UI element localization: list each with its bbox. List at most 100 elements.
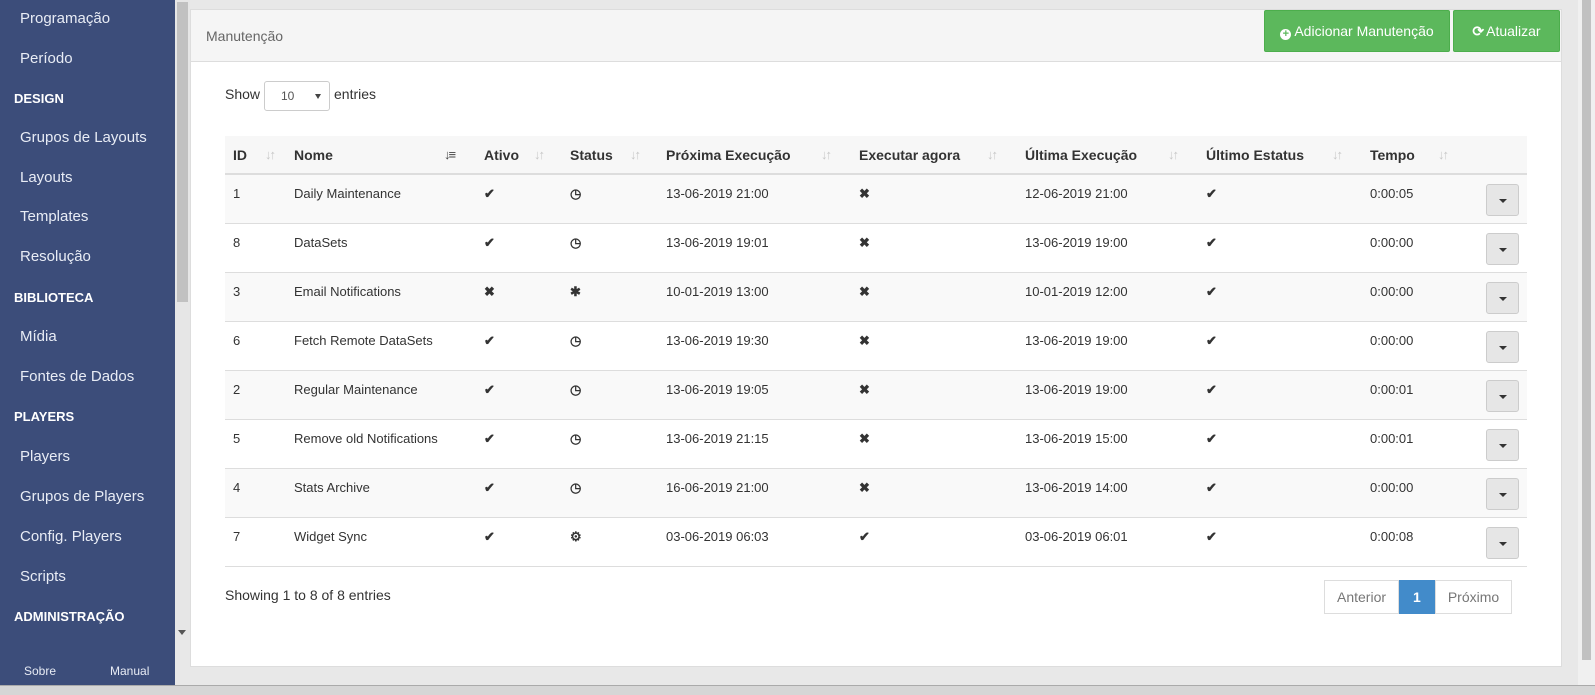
length-show-label: Show <box>225 86 261 102</box>
cell-executar-agora: ✖ <box>851 223 1017 273</box>
table-row: 1 Daily Maintenance ✔ ◷ 13-06-2019 21:00 ✖ 12-… <box>225 174 1527 224</box>
sidebar-item-midia[interactable]: Mídia <box>20 328 57 345</box>
row-actions-dropdown-button[interactable] <box>1486 232 1519 265</box>
horizontal-scrollbar[interactable] <box>0 685 1595 695</box>
check-icon: ✔ <box>1206 283 1217 299</box>
row-actions-dropdown-button[interactable] <box>1486 330 1519 363</box>
cell-nome: Remove old Notifications <box>286 419 476 469</box>
check-icon: ✔ <box>859 528 870 544</box>
column-header-label: Tempo <box>1370 146 1415 163</box>
column-header-label: Nome <box>294 146 333 163</box>
row-actions-dropdown-button[interactable] <box>1486 477 1519 510</box>
sidebar-scrollbar-thumb[interactable] <box>177 2 188 302</box>
cell-nome: Stats Archive <box>286 468 476 518</box>
table-row: 3 Email Notifications ✖ ✱ 10-01-2019 13:00 ✖ 1… <box>225 272 1527 322</box>
plus-circle-icon: + <box>1280 29 1292 40</box>
column-header-tempo[interactable]: Tempo ↓↑ <box>1362 136 1472 174</box>
sidebar-item-templates[interactable]: Templates <box>20 208 88 225</box>
cell-actions <box>1472 468 1527 518</box>
check-icon: ✔ <box>1206 381 1217 397</box>
cell-tempo: 0:00:00 <box>1362 468 1472 518</box>
row-actions-dropdown-button[interactable] <box>1486 184 1519 216</box>
cell-executar-agora: ✖ <box>851 370 1017 420</box>
sidebar-header-administracao: ADMINISTRAÇÃO <box>14 609 125 624</box>
cell-ultima-execucao: 13-06-2019 19:00 <box>1017 223 1198 273</box>
column-header-ultimo-estatus[interactable]: Último Estatus ↓↑ <box>1198 136 1362 174</box>
cell-status: ✱ <box>562 272 658 322</box>
sidebar-scroll-down-arrow[interactable] <box>178 630 186 635</box>
pagination-previous[interactable]: Anterior <box>1324 580 1400 614</box>
row-actions-dropdown-button[interactable] <box>1486 379 1519 412</box>
cell-ultima-execucao: 13-06-2019 15:00 <box>1017 419 1198 469</box>
cell-actions <box>1472 517 1527 567</box>
cell-actions <box>1472 370 1527 420</box>
pagination-next[interactable]: Próximo <box>1434 580 1513 614</box>
caret-down-icon <box>315 94 321 99</box>
sidebar-item-layouts[interactable]: Layouts <box>20 169 73 186</box>
entries-per-page-select[interactable]: 10 <box>264 81 330 111</box>
cell-proxima-execucao: 13-06-2019 19:05 <box>658 370 851 420</box>
check-icon: ✔ <box>484 479 495 495</box>
column-header-proxima-execucao[interactable]: Próxima Execução ↓↑ <box>658 136 851 174</box>
cell-executar-agora: ✖ <box>851 419 1017 469</box>
clock-icon: ◷ <box>570 186 582 201</box>
table-row: 2 Regular Maintenance ✔ ◷ 13-06-2019 19:05 ✖ 1… <box>225 370 1527 420</box>
cell-ultima-execucao: 13-06-2019 19:00 <box>1017 370 1198 420</box>
column-header-id[interactable]: ID ↓↑ <box>225 136 286 174</box>
sidebar-scrollbar[interactable] <box>175 0 190 640</box>
row-actions-dropdown-button[interactable] <box>1486 526 1519 559</box>
sidebar-item-resolucao[interactable]: Resolução <box>20 248 91 265</box>
pagination-page-1[interactable]: 1 <box>1399 580 1435 614</box>
cell-actions <box>1472 272 1527 322</box>
check-icon: ✔ <box>1206 234 1217 250</box>
check-icon: ✔ <box>1206 430 1217 446</box>
table-row: 8 DataSets ✔ ◷ 13-06-2019 19:01 ✖ 13-06-2019 1… <box>225 223 1527 273</box>
refresh-icon: ⟳ <box>1472 23 1485 39</box>
pagination: Anterior 1 Próximo <box>1324 580 1513 614</box>
column-header-ultima-execucao[interactable]: Última Execução ↓↑ <box>1017 136 1198 174</box>
sidebar-item-programacao[interactable]: Programação <box>20 10 110 27</box>
column-header-status[interactable]: Status ↓↑ <box>562 136 658 174</box>
cell-id: 7 <box>225 517 286 567</box>
cell-ativo: ✔ <box>476 174 562 224</box>
sidebar-header-biblioteca: BIBLIOTECA <box>14 290 94 305</box>
sidebar-header-players: PLAYERS <box>14 409 75 424</box>
cell-executar-agora: ✖ <box>851 174 1017 224</box>
sidebar-item-periodo[interactable]: Período <box>20 50 73 67</box>
table-row: 5 Remove old Notifications ✔ ◷ 13-06-2019 21… <box>225 419 1527 469</box>
cell-ultima-execucao: 10-01-2019 12:00 <box>1017 272 1198 322</box>
cell-ativo: ✔ <box>476 517 562 567</box>
sidebar-item-scripts[interactable]: Scripts <box>20 568 66 585</box>
column-header-nome[interactable]: Nome ↓≡ <box>286 136 476 174</box>
page-scrollbar[interactable] <box>1578 0 1595 695</box>
sidebar-item-config-players[interactable]: Config. Players <box>20 528 122 545</box>
cell-proxima-execucao: 13-06-2019 19:01 <box>658 223 851 273</box>
row-actions-dropdown-button[interactable] <box>1486 281 1519 314</box>
add-maintenance-button[interactable]: + Adicionar Manutenção <box>1264 10 1450 52</box>
manual-link[interactable]: Manual <box>110 664 149 678</box>
column-header-ativo[interactable]: Ativo ↓↑ <box>476 136 562 174</box>
refresh-button[interactable]: ⟳ Atualizar <box>1453 10 1560 52</box>
cell-tempo: 0:00:05 <box>1362 174 1472 224</box>
cell-status: ◷ <box>562 223 658 273</box>
about-link[interactable]: Sobre <box>24 664 56 678</box>
sidebar-item-fontes-de-dados[interactable]: Fontes de Dados <box>20 368 134 385</box>
row-actions-dropdown-button[interactable] <box>1486 428 1519 461</box>
sort-icon: ↓↑ <box>1332 147 1343 162</box>
cogs-icon: ⚙ <box>570 528 582 544</box>
check-icon: ✔ <box>484 430 495 446</box>
column-header-actions <box>1472 136 1527 174</box>
sidebar-item-players[interactable]: Players <box>20 448 70 465</box>
cell-executar-agora: ✖ <box>851 321 1017 371</box>
sidebar-item-grupos-de-layouts[interactable]: Grupos de Layouts <box>20 129 147 146</box>
column-header-executar-agora[interactable]: Executar agora ↓↑ <box>851 136 1017 174</box>
sidebar-item-grupos-de-players[interactable]: Grupos de Players <box>20 488 144 505</box>
times-icon: ✖ <box>859 234 870 250</box>
cell-proxima-execucao: 13-06-2019 21:00 <box>658 174 851 224</box>
cell-executar-agora: ✔ <box>851 517 1017 567</box>
page-scrollbar-thumb[interactable] <box>1582 0 1591 660</box>
cell-ativo: ✔ <box>476 223 562 273</box>
cell-proxima-execucao: 13-06-2019 21:15 <box>658 419 851 469</box>
cell-id: 1 <box>225 174 286 224</box>
cell-ultima-execucao: 03-06-2019 06:01 <box>1017 517 1198 567</box>
